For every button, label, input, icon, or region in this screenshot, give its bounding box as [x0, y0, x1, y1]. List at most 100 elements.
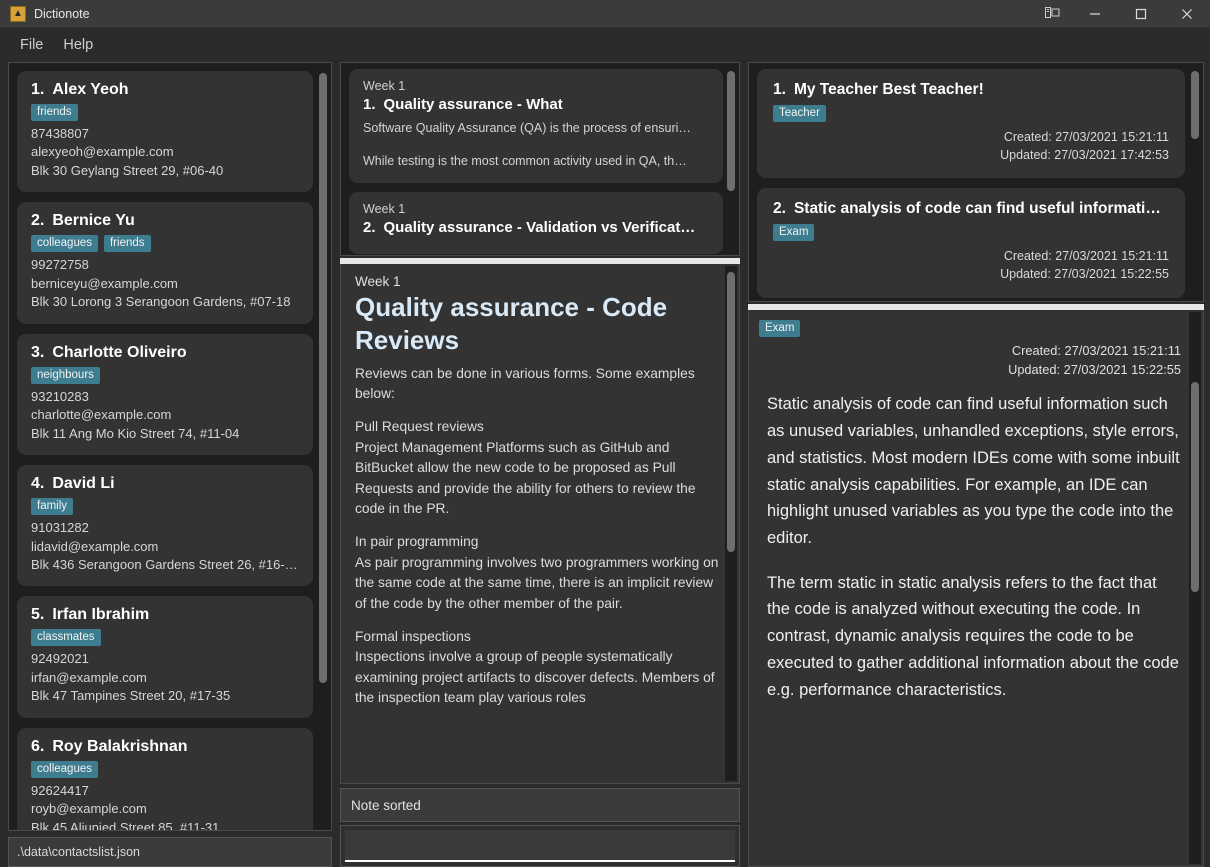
- main-area: 1. Alex Yeoh friends 87438807 alexyeoh@examp…: [0, 62, 1210, 867]
- contacts-list[interactable]: 1. Alex Yeoh friends 87438807 alexyeoh@examp…: [9, 63, 331, 830]
- notes-list[interactable]: Week 1 1. Quality assurance - What Software…: [341, 63, 739, 255]
- right-note-tags: Teacher: [773, 105, 1169, 122]
- note-week: Week 1: [363, 201, 406, 216]
- note-detail-panel: Week 1 Quality assurance - Code Reviews …: [340, 264, 740, 784]
- close-icon[interactable]: [1164, 0, 1210, 28]
- command-input[interactable]: [345, 830, 735, 862]
- right-detail-paragraph: The term static in static analysis refer…: [767, 573, 1179, 699]
- contacts-column: 1. Alex Yeoh friends 87438807 alexyeoh@examp…: [0, 62, 340, 867]
- contact-email: berniceyu@example.com: [31, 275, 178, 291]
- contact-tags: family: [31, 498, 299, 516]
- tag-chip: neighbours: [31, 366, 100, 384]
- contact-card[interactable]: 6. Roy Balakrishnan colleagues 92624417 royb…: [17, 727, 313, 830]
- tag-chip: friends: [31, 104, 78, 121]
- note-paragraph: Pull Request reviews Project Management P…: [355, 419, 696, 516]
- right-notes-list-panel: 1. My Teacher Best Teacher! Teacher Created…: [748, 62, 1204, 302]
- right-note-list-item[interactable]: 1. My Teacher Best Teacher! Teacher Created…: [757, 69, 1185, 179]
- right-detail-updated: Updated: 27/03/2021 15:22:55: [1008, 362, 1181, 378]
- contact-card[interactable]: 2. Bernice Yu colleagues friends 99272758 ber…: [17, 202, 313, 324]
- contacts-scrollbar[interactable]: [317, 65, 329, 828]
- tag-chip: Exam: [773, 224, 815, 242]
- contact-card[interactable]: 4. David Li family 91031282 lidavid@example.…: [17, 465, 313, 587]
- minimize-icon[interactable]: [1072, 0, 1118, 28]
- contacts-file-path: .\data\contactslist.json: [17, 845, 140, 859]
- contact-email: royb@example.com: [31, 801, 147, 817]
- maximize-icon[interactable]: [1118, 0, 1164, 28]
- contact-phone: 93210283: [31, 388, 89, 404]
- contact-address: Blk 30 Lorong 3 Serangoon Gardens, #07-1…: [31, 294, 291, 310]
- right-list-scrollbar[interactable]: [1189, 65, 1201, 299]
- note-detail-title: Quality assurance - Code Reviews: [355, 292, 668, 356]
- tag-chip: family: [31, 498, 74, 516]
- contact-address: Blk 436 Serangoon Gardens Street 26, #16…: [31, 556, 298, 572]
- tag-chip: colleagues: [31, 760, 98, 778]
- right-note-created: Created: 27/03/2021 15:21:11: [1003, 130, 1169, 144]
- tag-chip: Exam: [759, 320, 801, 337]
- contact-email: irfan@example.com: [31, 669, 147, 685]
- menu-bar: File Help: [0, 28, 1210, 62]
- notes-list-panel: Week 1 1. Quality assurance - What Software…: [340, 62, 740, 256]
- notes-list-scrollbar-thumb[interactable]: [727, 71, 735, 191]
- contact-card[interactable]: 1. Alex Yeoh friends 87438807 alexyeoh@examp…: [17, 71, 313, 193]
- note-title: 1. Quality assurance - What: [363, 96, 563, 113]
- contact-tags: neighbours: [31, 366, 299, 384]
- right-notes-list[interactable]: 1. My Teacher Best Teacher! Teacher Created…: [749, 63, 1203, 301]
- right-note-created: Created: 27/03/2021 15:21:11: [1003, 249, 1169, 264]
- note-snippet: Software Quality Assurance (QA) is the p…: [363, 121, 691, 135]
- contact-tags: colleagues: [31, 760, 299, 778]
- contact-name: 6. Roy Balakrishnan: [31, 737, 188, 755]
- contacts-panel: 1. Alex Yeoh friends 87438807 alexyeoh@examp…: [8, 62, 332, 831]
- right-notes-column: 1. My Teacher Best Teacher! Teacher Created…: [748, 62, 1204, 867]
- tag-chip: classmates: [31, 629, 101, 647]
- contact-address: Blk 47 Tampines Street 20, #17-35: [31, 688, 231, 704]
- title-bar: ▲ Dictionote: [0, 0, 1210, 28]
- contact-tags: classmates: [31, 629, 299, 647]
- note-detail-scrollbar-thumb[interactable]: [727, 272, 735, 552]
- note-snippet: While testing is the most common activit…: [363, 153, 687, 168]
- contact-phone: 92624417: [31, 782, 89, 798]
- note-detail-week: Week 1: [355, 274, 401, 289]
- contact-phone: 87438807: [31, 126, 89, 141]
- note-list-item[interactable]: Week 1 2. Quality assurance - Validation v…: [349, 191, 723, 254]
- menu-item-help[interactable]: Help: [53, 33, 103, 57]
- note-list-item[interactable]: Week 1 1. Quality assurance - What Software…: [349, 69, 723, 183]
- contact-name: 5. Irfan Ibrahim: [31, 606, 150, 624]
- note-paragraph: Reviews can be done in various forms. So…: [355, 365, 695, 401]
- contact-name: 3. Charlotte Oliveiro: [31, 343, 187, 361]
- notes-list-scrollbar[interactable]: [725, 65, 737, 253]
- right-list-scrollbar-thumb[interactable]: [1191, 71, 1199, 139]
- notes-column: Week 1 1. Quality assurance - What Software…: [340, 62, 740, 867]
- contact-card[interactable]: 5. Irfan Ibrahim classmates 92492021 irfan@e…: [17, 596, 313, 718]
- note-title: 2. Quality assurance - Validation vs Veri…: [363, 218, 696, 236]
- right-detail-tags: Exam: [759, 318, 1181, 337]
- contact-phone: 92492021: [31, 651, 89, 667]
- note-paragraph: In pair programming As pair programming i…: [355, 534, 719, 611]
- layout-snap-icon[interactable]: [1032, 0, 1072, 28]
- right-note-updated: Updated: 27/03/2021 15:22:55: [1000, 267, 1169, 282]
- right-detail-body: Static analysis of code can find useful …: [759, 391, 1181, 703]
- contact-tags: colleagues friends: [31, 235, 299, 253]
- right-detail-scrollbar[interactable]: [1189, 312, 1201, 864]
- note-week: Week 1: [363, 79, 406, 93]
- contact-address: Blk 30 Geylang Street 29, #06-40: [31, 162, 224, 178]
- contact-email: alexyeoh@example.com: [31, 144, 174, 160]
- note-detail-scrollbar[interactable]: [725, 266, 737, 781]
- right-note-list-item[interactable]: 2. Static analysis of code can find usefu…: [757, 188, 1185, 298]
- contact-card[interactable]: 3. Charlotte Oliveiro neighbours 93210283 ch…: [17, 333, 313, 456]
- contact-phone: 91031282: [31, 520, 89, 536]
- command-box: [340, 825, 740, 867]
- right-detail-created: Created: 27/03/2021 15:21:11: [1011, 343, 1181, 358]
- contact-tags: friends: [31, 104, 299, 121]
- note-detail-content: Week 1 Quality assurance - Code Reviews …: [341, 264, 739, 783]
- contact-phone: 99272758: [31, 257, 89, 273]
- right-note-title: 1. My Teacher Best Teacher!: [773, 81, 984, 98]
- right-note-detail-panel: Exam Created: 27/03/2021 15:21:11 Updated…: [748, 310, 1204, 867]
- right-note-detail-content: Exam Created: 27/03/2021 15:21:11 Updated…: [749, 310, 1203, 866]
- contact-name: 4. David Li: [31, 475, 115, 493]
- tag-chip: friends: [103, 235, 151, 253]
- menu-item-file[interactable]: File: [10, 33, 53, 57]
- right-detail-scrollbar-thumb[interactable]: [1191, 382, 1199, 592]
- contacts-status-bar: .\data\contactslist.json: [8, 837, 332, 867]
- note-paragraph: Formal inspections Inspections involve a …: [355, 629, 715, 706]
- contacts-scrollbar-thumb[interactable]: [319, 73, 327, 683]
